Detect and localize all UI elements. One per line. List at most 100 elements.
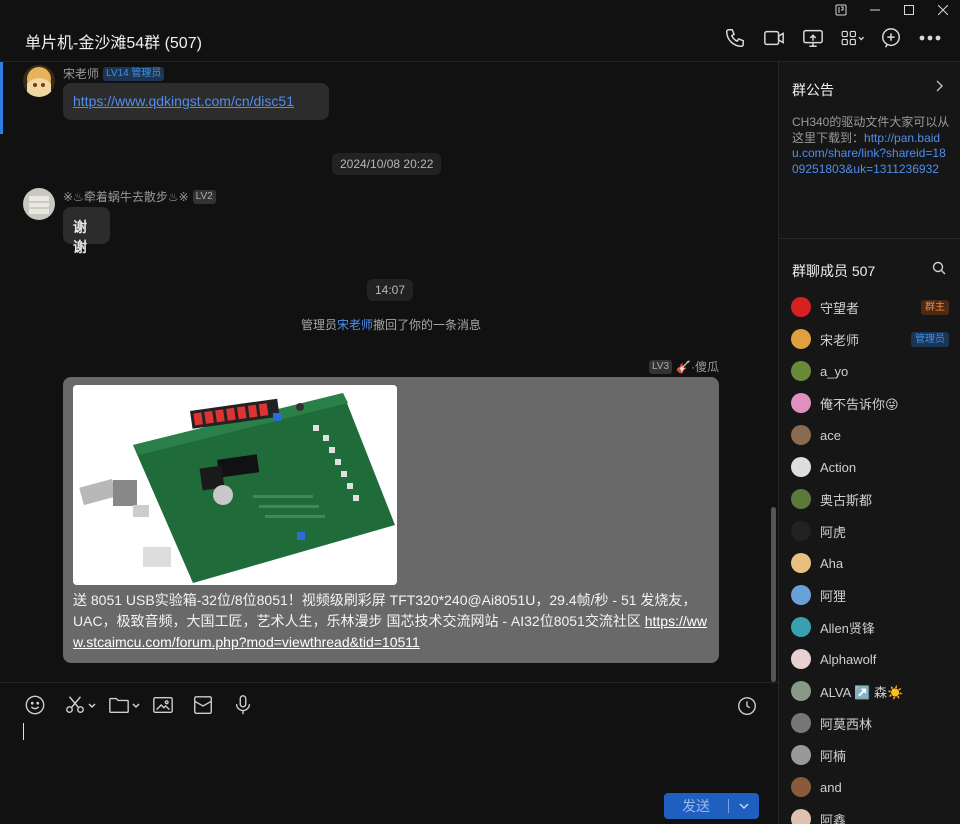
folder-icon[interactable] [108, 693, 140, 717]
send-options-chevron-icon[interactable] [729, 802, 759, 810]
member-item[interactable]: 阿狸 [779, 579, 960, 611]
member-role-badge: 群主 [921, 299, 949, 315]
member-item[interactable]: 俺不告诉你😜 [779, 387, 960, 419]
member-avatar[interactable] [791, 361, 811, 381]
message-bubble[interactable]: 谢谢 [63, 207, 110, 255]
member-item[interactable]: 奥古斯都 [779, 483, 960, 515]
member-item[interactable]: Action [779, 451, 960, 483]
notice-title[interactable]: 群公告 [792, 80, 834, 100]
member-name: ALVA ↗️ 森☀️ [820, 684, 904, 700]
header-toolbar [723, 26, 942, 50]
message-list[interactable]: 宋老师 LV14 管理员 https://www.qdkingst.com/cn… [0, 62, 778, 682]
video-icon[interactable] [762, 26, 786, 50]
member-item[interactable]: 阿鑫 [779, 803, 960, 824]
avatar[interactable] [23, 188, 55, 220]
member-name: 阿楠 [820, 748, 847, 764]
member-item[interactable]: ace [779, 419, 960, 451]
member-item[interactable]: Aha [779, 547, 960, 579]
add-icon[interactable] [879, 26, 903, 50]
microphone-icon[interactable] [232, 693, 254, 717]
red-packet-icon[interactable] [192, 693, 214, 717]
avatar[interactable] [23, 65, 55, 97]
level-badge: LV3 [648, 359, 673, 374]
member-item[interactable]: 宋老师 管理员 [779, 323, 960, 355]
member-name: Aha [820, 555, 844, 571]
member-avatar[interactable] [791, 585, 811, 605]
member-name: Action [820, 459, 857, 475]
scrollbar-thumb[interactable] [771, 507, 776, 682]
emoji-icon[interactable] [24, 693, 46, 717]
system-suffix: 撤回了你的一条消息 [373, 318, 482, 332]
member-name: ace [820, 427, 841, 443]
sender-label: 🎸·傻瓜 [676, 360, 719, 374]
member-avatar[interactable] [791, 521, 811, 541]
member-avatar[interactable] [791, 809, 811, 824]
image-icon[interactable] [152, 693, 174, 717]
member-item[interactable]: 阿虎 [779, 515, 960, 547]
member-avatar[interactable] [791, 393, 811, 413]
member-name: 奥古斯都 [820, 492, 873, 508]
maximize-icon[interactable] [892, 0, 926, 20]
chat-header: 单片机-金沙滩54群 (507) [0, 0, 960, 62]
member-avatar[interactable] [791, 681, 811, 701]
member-item[interactable]: Alphawolf [779, 643, 960, 675]
member-item[interactable]: and [779, 771, 960, 803]
message-image[interactable] [73, 385, 397, 585]
divider [779, 238, 960, 239]
member-avatar[interactable] [791, 425, 811, 445]
message-body: 送 8051 USB实验箱-32位/8位8051！视频级刷彩屏 TFT320*2… [73, 592, 697, 629]
member-avatar[interactable] [791, 297, 811, 317]
scissors-icon[interactable] [64, 693, 96, 717]
member-name: 守望者 [820, 300, 860, 316]
screen-share-icon[interactable] [801, 26, 825, 50]
member-name: Alphawolf [820, 651, 877, 667]
member-avatar[interactable] [791, 457, 811, 477]
unread-marker [0, 62, 3, 134]
sender-label: 宋老师 [63, 67, 100, 81]
member-name: 俺不告诉你😜 [820, 396, 899, 412]
phone-icon[interactable] [723, 26, 747, 50]
member-avatar[interactable] [791, 329, 811, 349]
member-name: 阿莫西林 [820, 716, 873, 732]
send-button[interactable]: 发送 [664, 793, 759, 819]
member-list[interactable]: 守望者 群主宋老师 管理员 a_yo 俺不告诉你😜 ace Action 奥古斯都阿虎 Aha 阿… [779, 291, 960, 824]
member-item[interactable]: a_yo [779, 355, 960, 387]
member-item[interactable]: 阿莫西林 [779, 707, 960, 739]
close-icon[interactable] [926, 0, 960, 20]
apps-icon[interactable] [840, 26, 864, 50]
sender-name: LV3 🎸·傻瓜 [648, 358, 719, 375]
member-item[interactable]: 阿楠 [779, 739, 960, 771]
sender-label: ※♨牵着蜗牛去散步♨※ [63, 190, 189, 204]
composer-toolbar [24, 693, 254, 717]
history-icon[interactable] [736, 695, 758, 720]
message-link[interactable]: https://www.qdkingst.com/cn/disc51 [73, 93, 294, 109]
member-avatar[interactable] [791, 745, 811, 765]
more-icon[interactable] [918, 26, 942, 50]
level-badge: LV2 [192, 189, 216, 204]
member-avatar[interactable] [791, 489, 811, 509]
minimize-icon[interactable] [858, 0, 892, 20]
pin-icon[interactable] [824, 0, 858, 20]
member-avatar[interactable] [791, 617, 811, 637]
message-bubble[interactable]: 送 8051 USB实验箱-32位/8位8051！视频级刷彩屏 TFT320*2… [63, 377, 719, 663]
chevron-right-icon[interactable] [936, 80, 944, 95]
member-avatar[interactable] [791, 777, 811, 797]
system-message: 管理员宋老师撤回了你的一条消息 [301, 316, 481, 333]
member-item[interactable]: ALVA ↗️ 森☀️ [779, 675, 960, 707]
member-name: Allen贤锋 [820, 620, 875, 636]
group-sidebar: 群公告 CH340的驱动文件大家可以从这里下载到：http://pan.baid… [778, 62, 960, 824]
member-avatar[interactable] [791, 649, 811, 669]
member-name: 宋老师 [820, 332, 860, 348]
member-role-badge: 管理员 [911, 331, 949, 347]
search-icon[interactable] [932, 261, 946, 278]
member-avatar[interactable] [791, 713, 811, 733]
member-item[interactable]: 守望者 群主 [779, 291, 960, 323]
message-text: 送 8051 USB实验箱-32位/8位8051！视频级刷彩屏 TFT320*2… [73, 590, 713, 653]
member-avatar[interactable] [791, 553, 811, 573]
timestamp: 14:07 [367, 279, 414, 301]
message-bubble[interactable]: https://www.qdkingst.com/cn/disc51 [63, 83, 329, 120]
member-item[interactable]: Allen贤锋 [779, 611, 960, 643]
system-user-link[interactable]: 宋老师 [337, 318, 373, 332]
message-input-caret[interactable] [23, 723, 24, 740]
member-name: 阿狸 [820, 588, 847, 604]
